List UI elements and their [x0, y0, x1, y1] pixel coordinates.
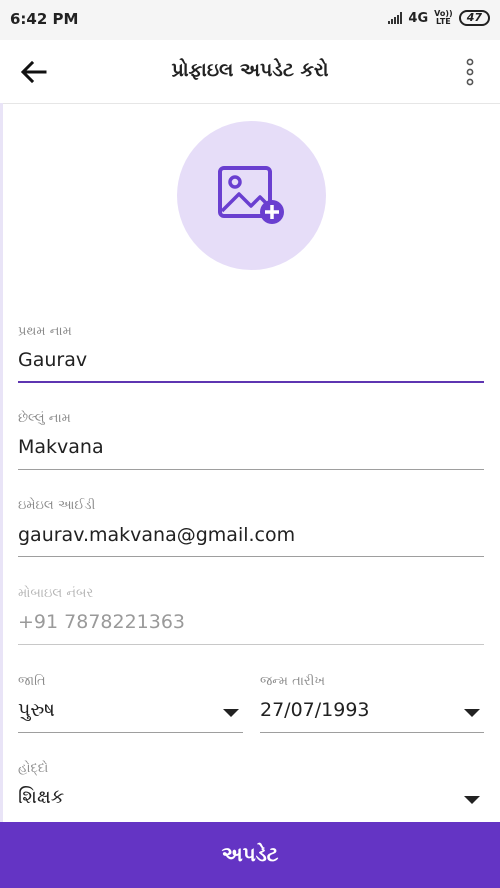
gender-label: જાતિ [18, 674, 46, 689]
status-bar: 6:42 PM 4G Vo)) LTE 47 [0, 0, 500, 40]
mobile-input: +91 7878221363 [18, 611, 186, 633]
dob-value: 27/07/1993 [260, 699, 370, 721]
last-name-field[interactable]: છેલ્લું નામ Makvana [18, 411, 484, 471]
status-icons: 4G Vo)) LTE 47 [388, 10, 490, 26]
more-options-button[interactable] [458, 56, 482, 88]
signal-icon [388, 12, 403, 24]
email-label: ઇમેઇલ આઈડી [18, 498, 96, 513]
chevron-down-icon [223, 709, 239, 717]
chevron-down-icon [464, 709, 480, 717]
profile-photo-picker[interactable] [177, 121, 326, 270]
mobile-field: મોબાઇલ નંબર +91 7878221363 [18, 586, 484, 646]
mobile-label: મોબાઇલ નંબર [18, 586, 94, 601]
gender-underline [18, 732, 243, 733]
first-name-underline [18, 381, 484, 383]
add-photo-icon [217, 165, 284, 224]
page-title: પ્રોફાઇલ અપડેટ કરો [171, 59, 329, 81]
designation-value: શિક્ષક [18, 786, 65, 808]
more-vertical-icon [466, 58, 474, 86]
gender-value: પુરુષ [18, 699, 55, 721]
email-field[interactable]: ઇમેઇલ આઈડી gaurav.makvana@gmail.com [18, 498, 484, 558]
dob-underline [260, 732, 484, 733]
network-type: 4G [408, 10, 429, 26]
status-time: 6:42 PM [10, 10, 79, 28]
chevron-down-icon [464, 796, 480, 804]
first-name-field[interactable]: પ્રથમ નામ Gaurav [18, 324, 484, 384]
app-bar: પ્રોફાઇલ અપડેટ કરો [0, 40, 500, 104]
last-name-label: છેલ્લું નામ [18, 411, 71, 426]
mobile-underline [18, 644, 484, 645]
last-name-underline [18, 469, 484, 470]
designation-dropdown[interactable]: હોદ્દો શિક્ષક [18, 761, 484, 821]
first-name-label: પ્રથમ નામ [18, 324, 72, 339]
last-name-input[interactable]: Makvana [18, 436, 104, 458]
update-button[interactable]: અપડેટ [0, 822, 500, 888]
email-underline [18, 556, 484, 557]
dob-label: જન્મ તારીખ [260, 674, 326, 689]
dob-dropdown[interactable]: જન્મ તારીખ 27/07/1993 [260, 674, 484, 734]
volte-icon: Vo)) LTE [434, 9, 453, 26]
scroll-edge-indicator [0, 103, 3, 823]
designation-label: હોદ્દો [18, 761, 49, 776]
gender-dropdown[interactable]: જાતિ પુરુષ [18, 674, 243, 734]
email-input[interactable]: gaurav.makvana@gmail.com [18, 524, 295, 546]
battery-icon: 47 [458, 10, 490, 26]
first-name-input[interactable]: Gaurav [18, 349, 87, 371]
